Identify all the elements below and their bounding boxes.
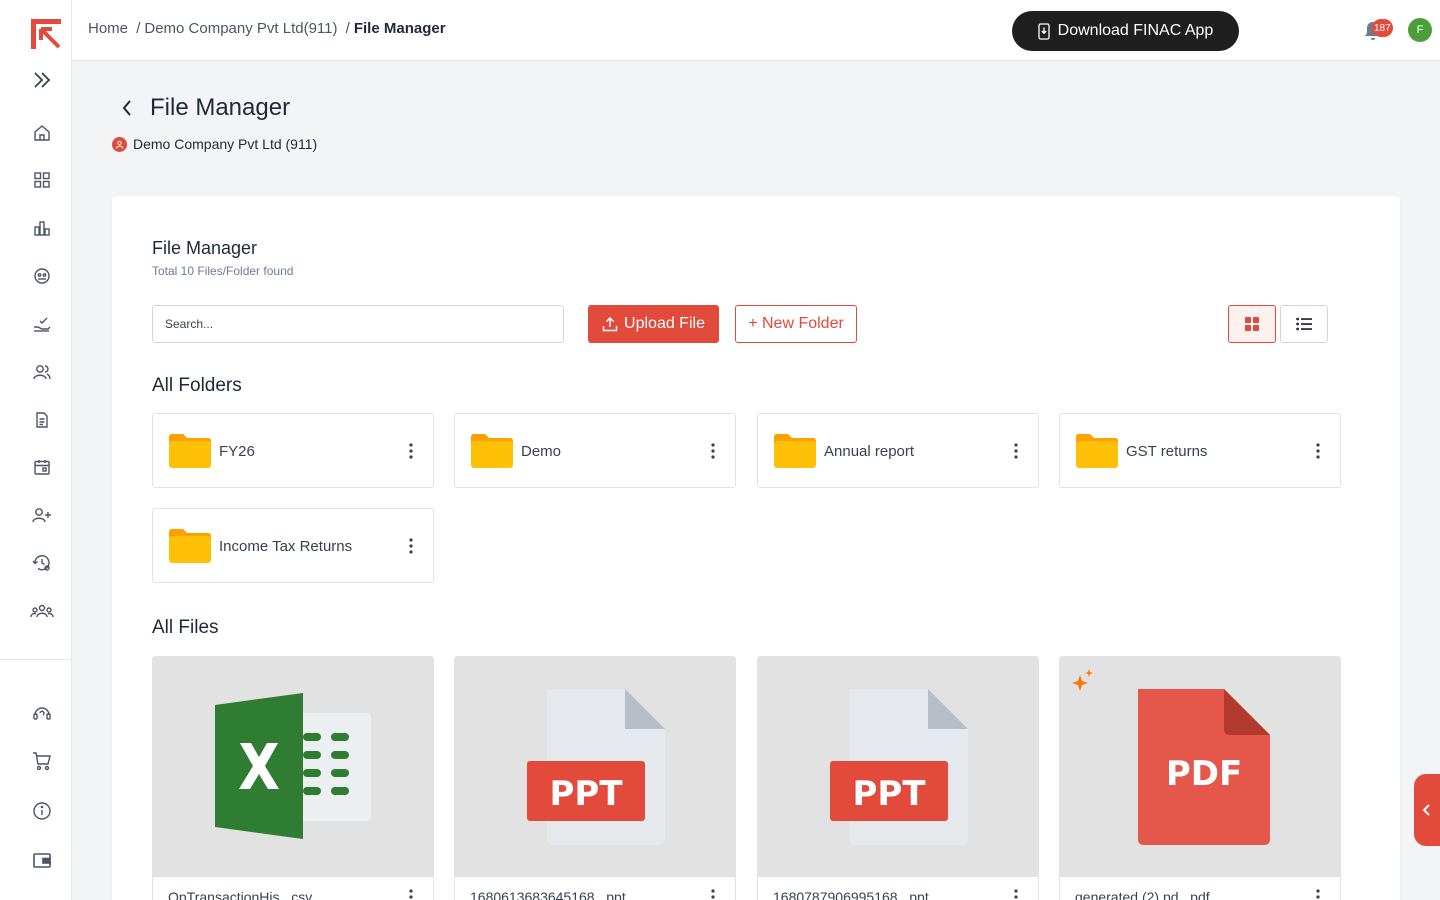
card-title: File Manager: [152, 238, 258, 258]
more-vertical-icon[interactable]: [703, 441, 723, 461]
support-icon[interactable]: [26, 697, 58, 729]
ppt-label: PPT: [852, 774, 926, 814]
ppt-file-icon: PPT: [527, 689, 665, 845]
wallet-icon[interactable]: [26, 844, 58, 876]
file-card[interactable]: PDF generated (2).pd...pdf: [1059, 656, 1341, 900]
chevron-left-icon: [1422, 804, 1430, 816]
file-thumbnail: [153, 657, 433, 877]
folder-icon: [169, 529, 211, 563]
add-user-icon[interactable]: [26, 499, 58, 531]
team-icon[interactable]: [26, 595, 58, 627]
more-vertical-icon[interactable]: [1006, 887, 1026, 900]
home-icon[interactable]: [26, 117, 58, 149]
phone-download-icon: [1038, 22, 1050, 40]
pdf-label: PDF: [1166, 754, 1242, 794]
history-settings-icon[interactable]: [26, 547, 58, 579]
back-arrow-icon[interactable]: [116, 96, 140, 120]
upload-file-label: Upload File: [624, 315, 705, 332]
folder-card[interactable]: FY26: [152, 413, 434, 488]
list-view-toggle[interactable]: [1280, 305, 1328, 343]
folder-card[interactable]: Annual report: [757, 413, 1039, 488]
top-header: Home / Demo Company Pvt Ltd(911) / File Ma…: [72, 0, 1440, 61]
breadcrumb-company[interactable]: Demo Company Pvt Ltd(911): [144, 20, 337, 37]
all-files-title: All Files: [152, 617, 219, 638]
avatar[interactable]: F: [1408, 18, 1432, 42]
breadcrumb-separator: /: [345, 20, 350, 37]
more-vertical-icon[interactable]: [1308, 441, 1328, 461]
sidebar-divider: [0, 659, 72, 660]
file-thumbnail: PPT: [758, 657, 1038, 877]
face-icon[interactable]: [26, 260, 58, 292]
dashboard-icon[interactable]: [26, 164, 58, 196]
file-card[interactable]: OpTransactionHis...csv: [152, 656, 434, 900]
file-name: OpTransactionHis...csv: [168, 889, 313, 900]
folder-card[interactable]: Income Tax Returns: [152, 508, 434, 583]
pdf-file-icon: PDF: [1138, 689, 1270, 845]
hand-check-icon[interactable]: [26, 308, 58, 340]
ppt-label: PPT: [549, 774, 623, 814]
breadcrumb-current: File Manager: [353, 20, 446, 37]
side-panel-toggle[interactable]: [1414, 774, 1440, 846]
list-icon: [1296, 317, 1312, 331]
folder-icon: [774, 434, 816, 468]
document-icon[interactable]: [26, 404, 58, 436]
folder-name: GST returns: [1126, 443, 1208, 460]
page-title: File Manager: [150, 94, 291, 121]
file-thumbnail: PDF: [1060, 657, 1340, 877]
file-name: 1680613683645168...ppt: [470, 889, 626, 900]
reports-icon[interactable]: [26, 212, 58, 244]
more-vertical-icon[interactable]: [1308, 887, 1328, 900]
breadcrumb-separator: /: [136, 20, 141, 37]
folder-name: Income Tax Returns: [219, 538, 353, 555]
more-vertical-icon[interactable]: [1006, 441, 1026, 461]
info-icon[interactable]: [26, 795, 58, 827]
finac-logo[interactable]: [28, 16, 64, 52]
notification-badge: 187: [1372, 19, 1393, 37]
folder-icon: [471, 434, 513, 468]
more-vertical-icon[interactable]: [401, 536, 421, 556]
upload-icon: [602, 316, 618, 332]
search-input[interactable]: [152, 305, 564, 343]
new-folder-button[interactable]: + New Folder: [735, 305, 857, 343]
expand-sidebar-icon[interactable]: [26, 64, 58, 96]
excel-file-icon: [215, 693, 371, 839]
grid-view-toggle[interactable]: [1228, 305, 1276, 343]
folder-name: Annual report: [824, 443, 915, 460]
card-subtitle: Total 10 Files/Folder found: [152, 264, 294, 278]
file-card[interactable]: PPT 1680787906995168...ppt: [757, 656, 1039, 900]
breadcrumb: Home / Demo Company Pvt Ltd(911) / File Ma…: [88, 20, 446, 37]
file-name: 1680787906995168...ppt: [773, 889, 929, 900]
file-card[interactable]: PPT 1680613683645168...ppt: [454, 656, 736, 900]
folder-icon: [1076, 434, 1118, 468]
folder-icon: [169, 434, 211, 468]
users-icon[interactable]: [26, 356, 58, 388]
download-app-label: Download FINAC App: [1057, 22, 1214, 39]
more-vertical-icon[interactable]: [401, 441, 421, 461]
all-folders-title: All Folders: [152, 375, 242, 396]
breadcrumb-home[interactable]: Home: [88, 20, 128, 37]
folder-name: FY26: [219, 443, 255, 460]
file-thumbnail: PPT: [455, 657, 735, 877]
upload-file-button[interactable]: Upload File: [588, 305, 719, 343]
sparkle-icon[interactable]: [1072, 669, 1094, 693]
download-app-button[interactable]: Download FINAC App: [1012, 11, 1239, 51]
company-user-icon: [112, 136, 127, 152]
file-name: generated (2).pd...pdf: [1075, 889, 1210, 900]
file-manager-card: File Manager Total 10 Files/Folder found…: [112, 196, 1400, 900]
folder-card[interactable]: Demo: [454, 413, 736, 488]
company-name: Demo Company Pvt Ltd (911): [133, 136, 318, 152]
more-vertical-icon[interactable]: [703, 887, 723, 900]
calendar-icon[interactable]: [26, 451, 58, 483]
company-label: Demo Company Pvt Ltd (911): [112, 136, 317, 152]
sidebar: [0, 0, 72, 900]
grid-icon: [1245, 317, 1259, 331]
more-vertical-icon[interactable]: [401, 887, 421, 900]
folder-name: Demo: [521, 443, 562, 460]
cart-icon[interactable]: [26, 745, 58, 777]
folder-card[interactable]: GST returns: [1059, 413, 1341, 488]
ppt-file-icon: PPT: [830, 689, 968, 845]
